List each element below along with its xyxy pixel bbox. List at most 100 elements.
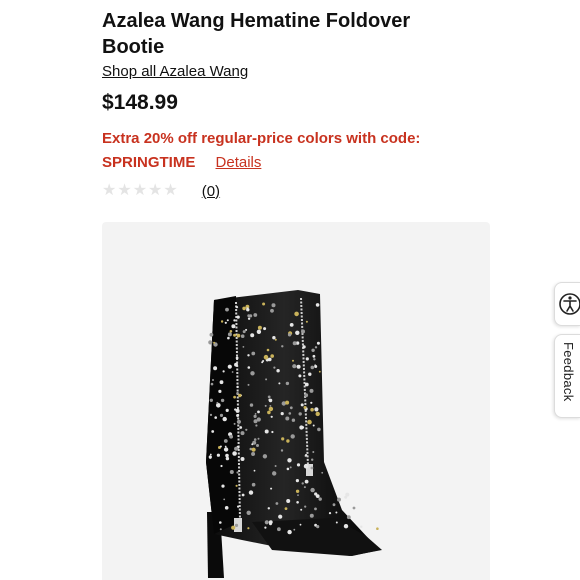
star-icon: ★ (102, 182, 117, 199)
rating-row[interactable]: ★ ★ ★ ★ ★ (0) (102, 180, 220, 202)
stud (242, 346, 245, 348)
stud (251, 482, 256, 487)
stud (310, 365, 315, 370)
stud (270, 354, 274, 358)
stud (253, 469, 256, 472)
product-image[interactable] (102, 222, 490, 580)
stud (267, 507, 270, 510)
stud (287, 333, 292, 337)
stud (256, 444, 259, 447)
stud (302, 345, 306, 349)
stud (328, 512, 332, 515)
stud (222, 370, 225, 373)
stud (273, 366, 276, 369)
stud (240, 431, 245, 436)
stud (272, 471, 277, 476)
stud (289, 406, 293, 410)
stud (312, 424, 315, 427)
stud (235, 306, 239, 309)
stud (236, 385, 239, 389)
stud (268, 357, 272, 362)
stud (267, 410, 271, 415)
stud (285, 381, 290, 386)
stud (290, 434, 295, 439)
stud (376, 527, 379, 530)
stud (295, 489, 300, 493)
stud (233, 319, 236, 322)
shop-brand-link[interactable]: Shop all Azalea Wang (102, 63, 248, 80)
stud (247, 527, 250, 530)
product-price: $148.99 (102, 91, 178, 114)
stud (250, 371, 255, 376)
stud (208, 455, 212, 459)
stud (236, 471, 239, 474)
stud (213, 341, 216, 344)
stud (291, 418, 296, 422)
stud (268, 520, 273, 524)
stud (219, 528, 222, 531)
stud (216, 403, 221, 408)
stud (251, 443, 254, 446)
stud (304, 505, 307, 508)
stud (216, 453, 220, 457)
stud (296, 463, 301, 467)
stud (231, 371, 234, 373)
stud (296, 364, 301, 369)
stud (249, 403, 254, 407)
star-icon: ★ (132, 182, 148, 199)
stud (264, 526, 267, 529)
stud (315, 494, 320, 498)
stud (287, 529, 292, 535)
stud (234, 523, 239, 527)
stud (253, 438, 257, 441)
stud (310, 401, 313, 404)
stud (305, 320, 308, 323)
stud (238, 393, 242, 398)
stud (231, 324, 236, 329)
stud (266, 348, 270, 352)
stud (270, 308, 274, 313)
promo-details-link[interactable]: Details (216, 154, 262, 171)
stud (229, 434, 233, 439)
stud (210, 382, 214, 386)
stud (245, 428, 248, 431)
stud (300, 508, 303, 511)
stud (250, 333, 255, 338)
star-icon: ★ (148, 182, 163, 199)
stud (343, 524, 349, 529)
stud (257, 325, 262, 330)
stud (220, 398, 225, 403)
stud (235, 484, 238, 487)
stud (313, 358, 316, 361)
stud (299, 523, 302, 526)
stud (312, 451, 315, 453)
promo-text: Extra 20% off regular-price colors with … (102, 130, 421, 171)
stud (287, 458, 292, 463)
stud (301, 482, 304, 485)
stud (219, 445, 222, 448)
stud (270, 487, 273, 490)
stud (225, 453, 229, 458)
stud (278, 382, 281, 385)
stud (360, 525, 363, 528)
stud (303, 463, 309, 469)
accessibility-button[interactable] (554, 282, 580, 326)
stud (296, 501, 299, 504)
stud (226, 319, 229, 322)
stud (237, 505, 240, 508)
stud (304, 479, 309, 484)
feedback-button[interactable]: Feedback (554, 334, 580, 418)
stud (310, 487, 315, 493)
stud (315, 411, 320, 417)
studded-boot-image (206, 290, 382, 578)
stud (236, 419, 241, 424)
stud (223, 439, 228, 443)
stud (271, 303, 276, 308)
stud (246, 510, 251, 515)
stud (233, 333, 237, 337)
review-count-link[interactable]: (0) (202, 183, 220, 200)
stud (289, 323, 294, 327)
stud (300, 403, 304, 407)
stud (240, 457, 245, 461)
stud (280, 449, 284, 452)
